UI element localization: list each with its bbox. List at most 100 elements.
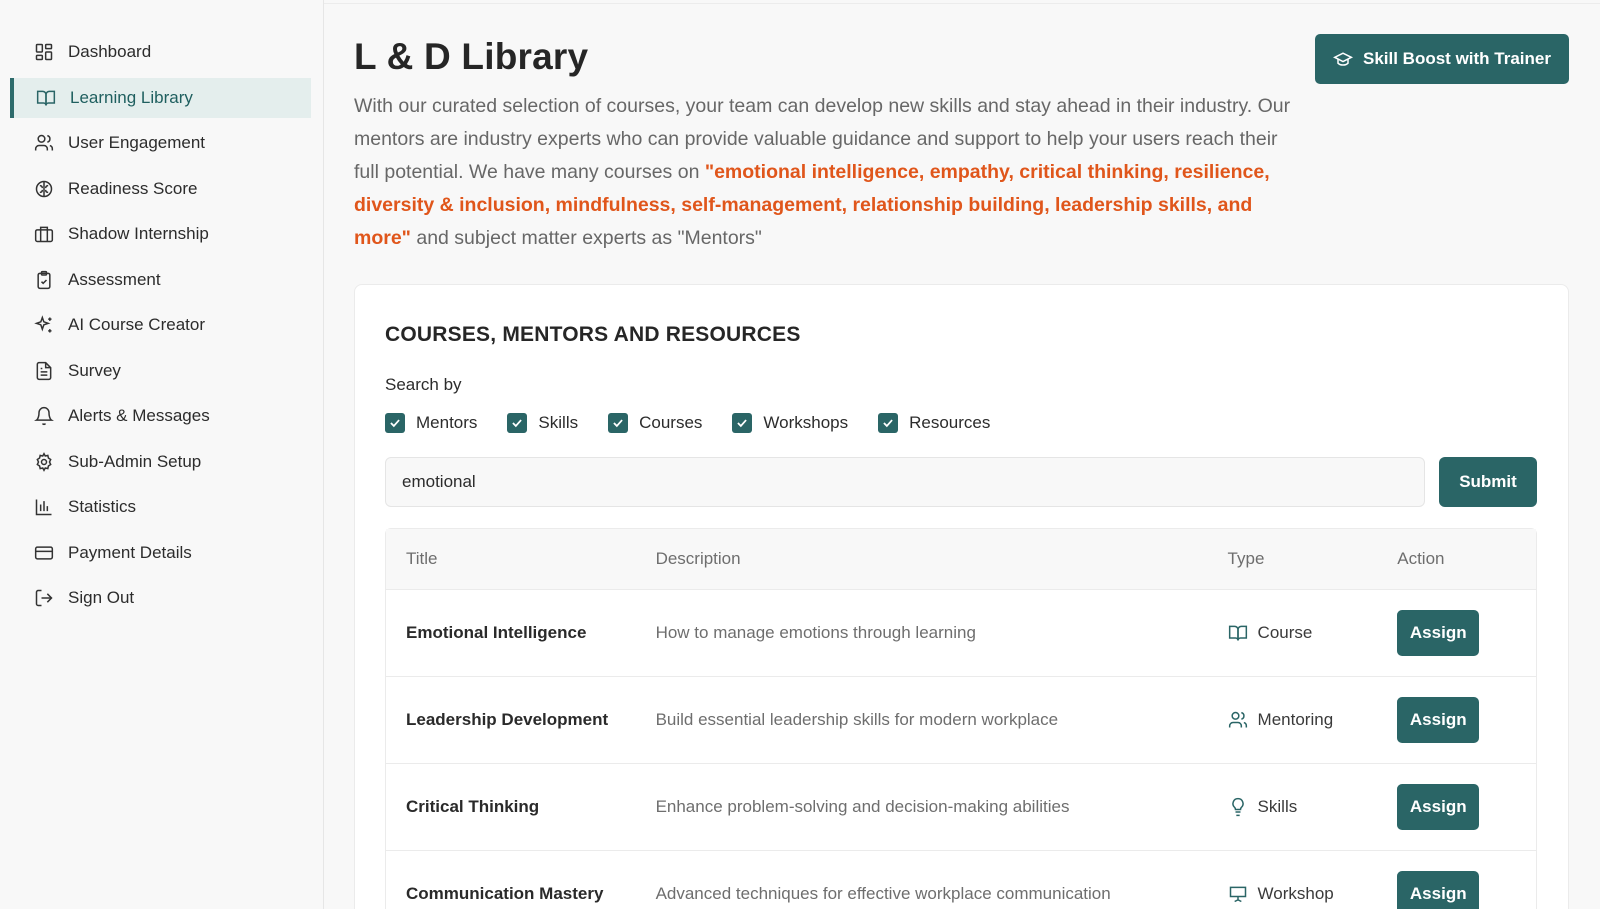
- filter-label: Skills: [538, 413, 579, 432]
- table-row: Communication Mastery Advanced technique…: [386, 851, 1536, 909]
- column-header-type: Type: [1227, 549, 1265, 568]
- sidebar-item-ai-course-creator[interactable]: AI Course Creator: [10, 305, 311, 345]
- sidebar-item-shadow-internship[interactable]: Shadow Internship: [10, 214, 311, 254]
- sparkles-icon: [34, 315, 54, 335]
- sidebar-item-payment-details[interactable]: Payment Details: [10, 533, 311, 573]
- skill-boost-button[interactable]: Skill Boost with Trainer: [1315, 34, 1569, 84]
- sidebar-item-sign-out[interactable]: Sign Out: [10, 578, 311, 618]
- intro-text: With our curated selection of courses, y…: [354, 90, 1299, 255]
- brain-icon: [34, 179, 54, 199]
- filter-label: Courses: [639, 413, 703, 432]
- checkbox-checked-icon[interactable]: [732, 413, 753, 433]
- table-row: Leadership Development Build essential l…: [386, 677, 1536, 764]
- row-type-label: Workshop: [1257, 884, 1334, 903]
- row-type-label: Course: [1257, 623, 1313, 642]
- table-row: Critical Thinking Enhance problem-solvin…: [386, 764, 1536, 851]
- filter-label: Mentors: [416, 413, 478, 432]
- table-header: Title Description Type Action: [386, 529, 1536, 590]
- sidebar-item-alerts-messages[interactable]: Alerts & Messages: [10, 396, 311, 436]
- filter-label: Resources: [909, 413, 991, 432]
- results-table: Title Description Type Action Emotional …: [385, 528, 1537, 909]
- users-icon: [34, 133, 54, 153]
- main-content: L & D Library Skill Boost with Trainer W…: [324, 0, 1600, 909]
- assign-button[interactable]: Assign: [1397, 871, 1480, 909]
- row-type: Workshop: [1228, 884, 1398, 904]
- submit-button[interactable]: Submit: [1439, 457, 1537, 507]
- clipboard-check-icon: [34, 270, 54, 290]
- bar-chart-icon: [34, 497, 54, 517]
- filter-label: Workshops: [763, 413, 849, 432]
- sidebar-item-label: Learning Library: [70, 87, 193, 107]
- sidebar-item-readiness-score[interactable]: Readiness Score: [10, 169, 311, 209]
- checkbox-checked-icon[interactable]: [608, 413, 629, 433]
- row-type: Course: [1228, 623, 1398, 643]
- sidebar-item-label: Dashboard: [68, 42, 152, 61]
- table-row: Emotional Intelligence How to manage emo…: [386, 590, 1536, 677]
- filter-checkboxes: Mentors Skills Courses Workshops Resourc…: [385, 413, 1020, 433]
- row-description: Enhance problem-solving and decision-mak…: [655, 797, 1070, 816]
- sidebar-item-label: Sub-Admin Setup: [68, 451, 202, 471]
- sidebar-item-label: Survey: [68, 360, 121, 380]
- checkbox-checked-icon[interactable]: [878, 413, 899, 433]
- column-header-description: Description: [655, 549, 741, 568]
- checkbox-checked-icon[interactable]: [385, 413, 405, 433]
- sidebar-item-sub-admin-setup[interactable]: Sub-Admin Setup: [10, 442, 311, 482]
- filter-resources[interactable]: Resources: [878, 413, 990, 433]
- sidebar: Dashboard Learning Library User Engageme…: [0, 0, 324, 909]
- assign-button[interactable]: Assign: [1397, 697, 1480, 743]
- sidebar-item-dashboard[interactable]: Dashboard: [10, 32, 311, 72]
- sidebar-item-label: Readiness Score: [68, 178, 198, 198]
- intro-text-after: and subject matter experts as "Mentors": [410, 227, 762, 249]
- sidebar-item-label: Alerts & Messages: [68, 406, 210, 425]
- log-out-icon: [34, 588, 54, 608]
- sidebar-item-label: Payment Details: [68, 542, 192, 562]
- filter-workshops[interactable]: Workshops: [732, 413, 848, 433]
- assign-button[interactable]: Assign: [1397, 784, 1480, 830]
- row-description: Advanced techniques for effective workpl…: [655, 884, 1111, 903]
- bell-icon: [34, 406, 54, 426]
- lightbulb-icon: [1228, 797, 1248, 817]
- search-by-label: Search by: [385, 375, 462, 394]
- assign-button[interactable]: Assign: [1397, 610, 1480, 656]
- presentation-icon: [1228, 884, 1248, 904]
- sidebar-item-learning-library[interactable]: Learning Library: [10, 77, 311, 118]
- book-open-icon: [1228, 623, 1248, 643]
- sidebar-item-user-engagement[interactable]: User Engagement: [10, 123, 311, 163]
- card-title: COURSES, MENTORS AND RESOURCES: [385, 323, 801, 346]
- users-icon: [1228, 710, 1248, 730]
- sidebar-item-statistics[interactable]: Statistics: [10, 487, 311, 527]
- column-header-title: Title: [406, 549, 438, 568]
- dashboard-icon: [34, 42, 54, 62]
- row-description: How to manage emotions through learning: [655, 623, 976, 642]
- row-title: Leadership Development: [406, 710, 609, 729]
- row-type-label: Mentoring: [1257, 710, 1334, 729]
- row-title: Critical Thinking: [406, 797, 540, 816]
- checkbox-checked-icon[interactable]: [507, 413, 528, 433]
- top-divider: [324, 0, 1600, 4]
- row-type-label: Skills: [1257, 797, 1298, 816]
- filter-mentors[interactable]: Mentors: [385, 413, 477, 433]
- sidebar-item-label: Statistics: [68, 497, 137, 516]
- row-description: Build essential leadership skills for mo…: [655, 710, 1059, 729]
- row-type: Mentoring: [1228, 710, 1398, 730]
- credit-card-icon: [34, 543, 54, 563]
- filter-skills[interactable]: Skills: [507, 413, 578, 433]
- sidebar-item-label: User Engagement: [68, 133, 206, 152]
- skill-boost-label: Skill Boost with Trainer: [1363, 49, 1551, 68]
- file-text-icon: [34, 361, 54, 381]
- filter-courses[interactable]: Courses: [608, 413, 702, 433]
- row-type: Skills: [1228, 797, 1398, 817]
- graduation-cap-icon: [1333, 52, 1353, 66]
- sidebar-item-survey[interactable]: Survey: [10, 351, 311, 391]
- page-title: L & D Library: [354, 36, 589, 77]
- sidebar-item-label: Shadow Internship: [68, 224, 209, 243]
- sidebar-item-label: AI Course Creator: [68, 315, 205, 334]
- sidebar-item-label: Assessment: [68, 269, 161, 289]
- book-open-icon: [36, 88, 56, 108]
- sidebar-item-assessment[interactable]: Assessment: [10, 260, 311, 300]
- search-input[interactable]: [385, 457, 1425, 507]
- gear-icon: [34, 451, 54, 472]
- resources-card: COURSES, MENTORS AND RESOURCES Search by…: [354, 284, 1569, 909]
- row-title: Communication Mastery: [406, 884, 604, 903]
- row-title: Emotional Intelligence: [406, 623, 587, 642]
